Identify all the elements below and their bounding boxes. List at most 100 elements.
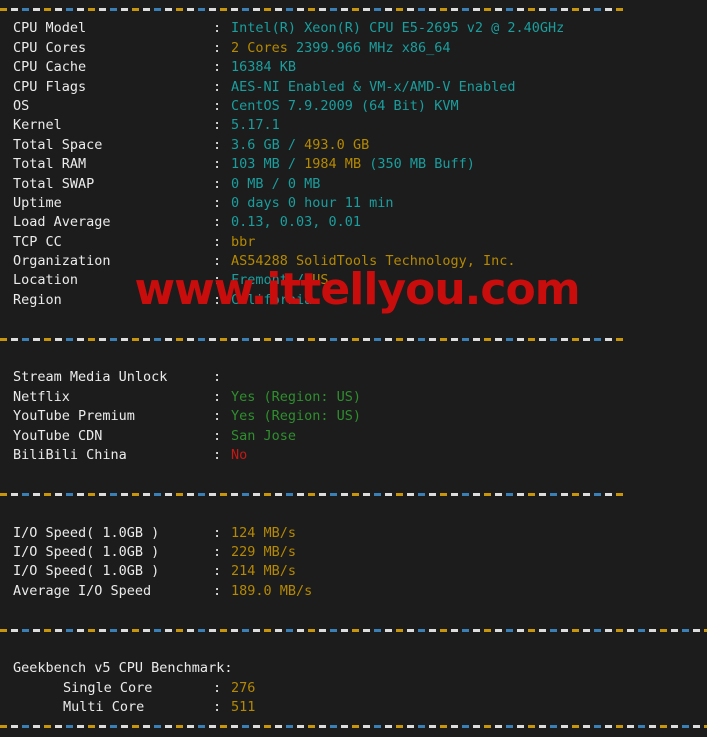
row-label: OS xyxy=(13,97,30,114)
separator-stream-media-unlock xyxy=(0,330,707,349)
row-value: 0 MB / 0 MB xyxy=(231,175,320,194)
info-row: Multi Core:511 xyxy=(0,698,707,717)
row-colon: : xyxy=(213,214,222,231)
row-value: CentOS 7.9.2009 (64 Bit) KVM xyxy=(231,97,459,116)
row-colon: : xyxy=(213,59,222,76)
row-value: 0 days 0 hour 11 min xyxy=(231,194,394,213)
separator-dashes xyxy=(0,337,627,341)
info-row: Stream Media Unlock: xyxy=(0,368,707,387)
row-value: bbr xyxy=(231,233,255,252)
info-row: Location: Fremont / US xyxy=(0,271,707,290)
row-colon: : xyxy=(213,524,222,541)
row-label: Single Core xyxy=(63,679,153,696)
value-segment: / xyxy=(287,272,313,289)
row-value: 189.0 MB/s xyxy=(231,582,312,601)
row-colon: : xyxy=(213,233,222,250)
row-value: 103 MB / 1984 MB (350 MB Buff) xyxy=(231,155,475,174)
row-value: California xyxy=(231,291,312,310)
value-segment: / xyxy=(279,156,305,173)
terminal-output: CPU Model: Intel(R) Xeon(R) CPU E5-2695 v… xyxy=(0,0,707,729)
row-value: 124 MB/s xyxy=(231,524,296,543)
row-value: Intel(R) Xeon(R) CPU E5-2695 v2 @ 2.40GH… xyxy=(231,19,564,38)
info-row: Region: California xyxy=(0,291,707,310)
row-label: Netflix xyxy=(13,388,70,405)
value-segment: 0 days 0 hour 11 min xyxy=(231,194,394,211)
row-value: AES-NI Enabled & VM-x/AMD-V Enabled xyxy=(231,78,515,97)
value-segment: 0 MB / 0 MB xyxy=(231,175,321,192)
value-segment: 229 MB/s xyxy=(231,543,297,560)
row-label: Stream Media Unlock xyxy=(13,369,168,386)
value-segment: 3.6 GB xyxy=(231,136,280,153)
value-segment: bbr xyxy=(231,233,256,250)
value-segment: AES-NI Enabled & VM-x/AMD-V Enabled xyxy=(231,78,516,95)
row-colon: : xyxy=(213,369,222,386)
value-segment: 2399.966 MHz x86_64 xyxy=(287,39,451,56)
info-row: I/O Speed( 1.0GB ):229 MB/s xyxy=(0,543,707,562)
row-label: I/O Speed( 1.0GB ) xyxy=(13,524,160,541)
value-segment: 214 MB/s xyxy=(231,563,297,580)
value-segment: No xyxy=(231,446,248,463)
value-segment: 493.0 GB xyxy=(304,136,370,153)
info-row: CPU Model: Intel(R) Xeon(R) CPU E5-2695 v… xyxy=(0,19,707,38)
value-segment: Yes (Region: US) xyxy=(231,388,362,405)
separator-dashes xyxy=(0,492,627,496)
row-colon: : xyxy=(213,97,222,114)
value-segment: 276 xyxy=(231,679,256,696)
row-label: CPU Model xyxy=(13,20,87,37)
separator-dashes xyxy=(0,8,627,11)
info-row: I/O Speed( 1.0GB ):124 MB/s xyxy=(0,524,707,543)
separator-bottom xyxy=(0,717,707,736)
value-segment: 1984 MB xyxy=(304,156,362,173)
value-segment: (350 MB Buff) xyxy=(361,156,475,173)
row-label: Total RAM xyxy=(13,156,87,173)
row-colon: : xyxy=(213,272,222,289)
row-label: Total Space xyxy=(13,136,103,153)
row-value: 5.17.1 xyxy=(231,116,280,135)
value-segment: San Jose xyxy=(231,427,297,444)
value-segment: 103 MB xyxy=(231,156,280,173)
info-row: I/O Speed( 1.0GB ):214 MB/s xyxy=(0,562,707,581)
info-row: BiliBili China: No xyxy=(0,446,707,465)
row-value: 214 MB/s xyxy=(231,562,296,581)
value-segment: CentOS 7.9.2009 (64 Bit) KVM xyxy=(231,97,459,114)
row-value: Fremont / US xyxy=(231,271,329,290)
info-row: Uptime:0 days 0 hour 11 min xyxy=(0,194,707,213)
info-row: Average I/O Speed:189.0 MB/s xyxy=(0,582,707,601)
info-row: CPU Flags: AES-NI Enabled & VM-x/AMD-V En… xyxy=(0,78,707,97)
row-value: No xyxy=(231,446,247,465)
value-segment: 2 Cores xyxy=(231,39,288,56)
separator-geekbench xyxy=(0,621,707,640)
row-label: I/O Speed( 1.0GB ) xyxy=(13,563,160,580)
value-segment: / xyxy=(279,136,305,153)
separator-top xyxy=(0,0,707,19)
info-row: Total Space:3.6 GB / 493.0 GB xyxy=(0,136,707,155)
row-label: Organization xyxy=(13,253,111,270)
row-colon: : xyxy=(213,78,222,95)
row-label: CPU Cache xyxy=(13,59,87,76)
row-label: Multi Core xyxy=(63,699,145,716)
row-colon: : xyxy=(213,699,222,716)
row-colon: : xyxy=(213,446,222,463)
row-value: 0.13, 0.03, 0.01 xyxy=(231,213,361,232)
row-label: TCP CC xyxy=(13,233,62,250)
row-label: Uptime xyxy=(13,194,62,211)
row-colon: : xyxy=(213,117,222,134)
row-label: Average I/O Speed xyxy=(13,582,152,599)
separator-dashes xyxy=(0,628,707,632)
row-colon: : xyxy=(213,194,222,211)
row-value: San Jose xyxy=(231,427,296,446)
separator-io-speed xyxy=(0,485,707,504)
row-label: Kernel xyxy=(13,117,62,134)
info-row: CPU Cache:16384 KB xyxy=(0,58,707,77)
row-colon: : xyxy=(213,543,222,560)
separator-dashes xyxy=(0,725,707,729)
row-colon: : xyxy=(213,563,222,580)
row-value: 511 xyxy=(231,698,255,717)
value-segment: AS54288 SolidTools Technology, Inc. xyxy=(231,253,516,270)
row-label: I/O Speed( 1.0GB ) xyxy=(13,543,160,560)
